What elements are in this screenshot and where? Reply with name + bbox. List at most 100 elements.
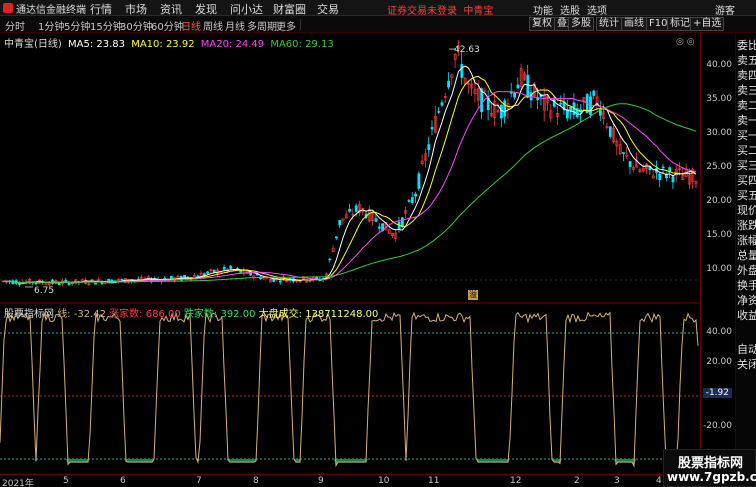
side-item[interactable]: 外盘: [737, 262, 756, 278]
candle-body: [377, 226, 381, 229]
candle-body: [94, 282, 97, 285]
indicator-line-label: 线: -32.42: [57, 309, 106, 320]
candle-body: [592, 90, 596, 96]
candle-body: [183, 275, 187, 278]
side-item[interactable]: 买三: [737, 157, 756, 173]
candle-body: [196, 275, 200, 278]
candle-body: [559, 102, 563, 105]
ma60-label: MA60: 29.13: [270, 39, 334, 50]
side-item[interactable]: 涨跌: [737, 217, 756, 233]
candle-body: [447, 80, 451, 88]
side-item[interactable]: 卖二: [737, 97, 756, 113]
candle-body: [229, 265, 233, 269]
up-count-label: 涨家数: 686.00: [109, 309, 181, 320]
ytick: 30.00: [706, 128, 732, 138]
ytick: 35.00: [706, 94, 732, 104]
xtick: 5: [63, 476, 69, 486]
ma10-line: [2, 75, 697, 284]
candle-body: [203, 273, 206, 276]
indicator-title: 股票指标网: [4, 309, 54, 320]
candle-body: [206, 271, 210, 274]
candle-body: [460, 64, 464, 78]
xtick: 4: [656, 476, 662, 486]
side-item[interactable]: 卖三: [737, 82, 756, 98]
down-count-label: 跌家数: 392.00: [183, 309, 256, 320]
xtick: 10: [378, 476, 390, 486]
ma10-label: MA10: 23.92: [131, 39, 195, 50]
candle-body: [671, 176, 675, 183]
candle-body: [658, 173, 662, 181]
ytick: 40.00: [706, 327, 732, 337]
ytick: 15.00: [706, 230, 732, 240]
candle-body: [427, 144, 431, 150]
candle-body: [57, 283, 61, 286]
ma20-line: [2, 90, 697, 284]
main-price-axis: 40.00 35.00 30.00 25.00 20.00 15.00 10.0…: [700, 33, 735, 303]
side-item[interactable]: 净资: [737, 292, 756, 308]
side-item[interactable]: 卖五: [737, 52, 756, 68]
xtick: 7: [196, 476, 202, 486]
candle-body: [18, 283, 22, 285]
candle-body: [503, 100, 507, 117]
watermark-badge: 股票指标网 www.7gpzb.com: [663, 449, 756, 487]
candle-body: [516, 84, 520, 89]
candle-body: [440, 102, 444, 106]
kline-chart-canvas[interactable]: [0, 0, 700, 487]
candle-body: [414, 193, 418, 197]
side-item[interactable]: 买一: [737, 127, 756, 143]
side-item[interactable]: 换手: [737, 277, 756, 293]
ytick: -20.00: [702, 421, 732, 431]
candle-body: [64, 279, 68, 282]
close-button[interactable]: 关闭: [737, 356, 756, 372]
side-item[interactable]: 总量: [737, 247, 756, 263]
ytick: 10.00: [706, 264, 732, 274]
side-item[interactable]: 收益: [737, 307, 756, 323]
side-item[interactable]: 卖四: [737, 67, 756, 83]
side-item[interactable]: 买四: [737, 172, 756, 188]
side-item[interactable]: 涨幅: [737, 232, 756, 248]
candle-body: [661, 166, 665, 169]
candle-body: [628, 161, 632, 168]
side-item[interactable]: 买二: [737, 142, 756, 158]
candle-body: [410, 197, 414, 204]
ytick: 20.00: [706, 196, 732, 206]
candle-body: [120, 278, 124, 281]
candle-body: [354, 205, 358, 212]
ytick: 25.00: [706, 162, 732, 172]
indicator-line: [0, 311, 699, 468]
candle-body: [622, 152, 625, 154]
side-item[interactable]: 买五: [737, 187, 756, 203]
chart-settings-icon[interactable]: ◎ ◎: [676, 37, 695, 47]
xtick: 8: [253, 476, 259, 486]
guest-button[interactable]: 游客: [715, 2, 735, 17]
event-marker-icon[interactable]: 溢: [468, 290, 478, 300]
market-volume-label: 大盘成交: 138711248.00: [258, 309, 379, 320]
candle-body: [407, 200, 411, 202]
candle-body: [526, 74, 530, 98]
xtick: 3: [614, 476, 620, 486]
candle-body: [170, 275, 173, 280]
low-price-label: 6.75: [34, 286, 55, 296]
candle-body: [328, 258, 332, 261]
chart-title: 中青宝(日线): [4, 39, 62, 50]
xtick: 2021年: [2, 479, 34, 487]
ytick: 20.00: [706, 357, 732, 367]
candle-body: [239, 270, 243, 273]
auto-button[interactable]: 自动: [737, 341, 756, 357]
candle-body: [374, 218, 378, 222]
candle-body: [34, 282, 38, 285]
side-item[interactable]: 现价: [737, 202, 756, 218]
candle-body: [400, 217, 404, 227]
xtick: 9: [318, 476, 324, 486]
side-item[interactable]: 委比: [737, 37, 756, 53]
watermark-title: 股票指标网: [678, 456, 744, 471]
candle-body: [437, 111, 441, 113]
candle-body: [499, 104, 503, 119]
xtick: 12: [510, 476, 522, 486]
candle-body: [278, 280, 282, 283]
ma60-line: [2, 103, 697, 284]
candle-body: [430, 126, 434, 130]
ma-legend: 中青宝(日线) MA5: 23.83 MA10: 23.92 MA20: 24.…: [4, 35, 337, 50]
xtick: 6: [120, 476, 126, 486]
side-item[interactable]: 卖一: [737, 112, 756, 128]
